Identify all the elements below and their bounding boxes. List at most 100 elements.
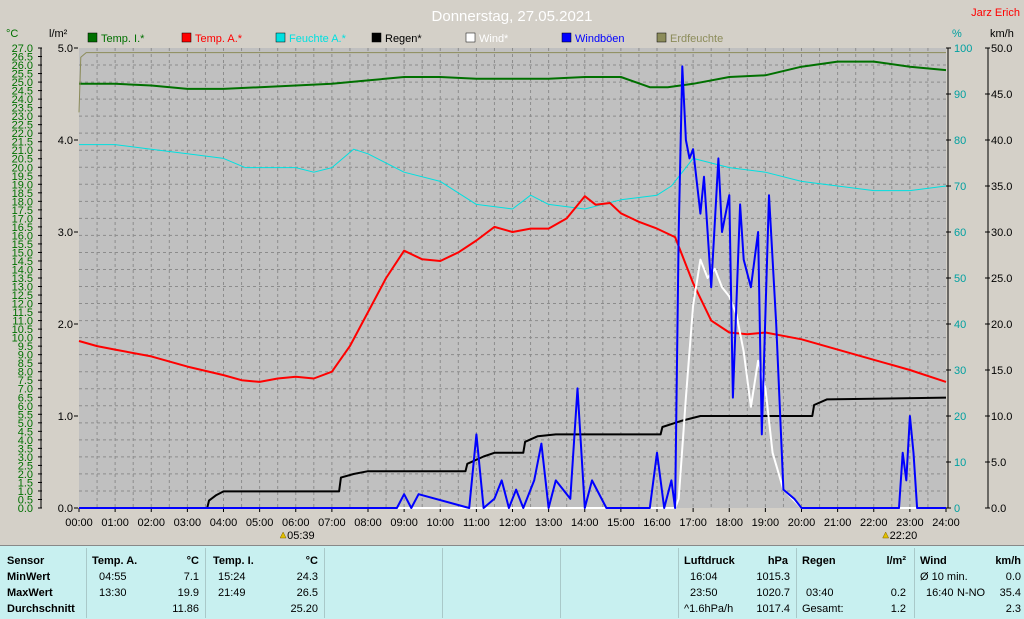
legend-label: Feuchte A.* [289, 33, 347, 45]
x-tick-label: 16:00 [643, 517, 671, 529]
sun-marker-label: 05:39 [287, 530, 315, 542]
wind-avg-label: Ø 10 min. [920, 571, 968, 583]
luftdruck-max-value: 1020.7 [756, 587, 790, 599]
luftdruck-column: Luftdruck hPa 16:04 23:50 ^1.6hPa/h 1015… [679, 548, 797, 618]
x-tick-label: 11:00 [463, 517, 490, 529]
x-tick-label: 06:00 [282, 517, 310, 529]
temp-a-column: Temp. A. °C 04:55 13:30 7.1 19.9 11.86 [87, 548, 206, 618]
rain-unit-label: l/m² [49, 28, 68, 40]
wind-header: Wind [920, 555, 947, 567]
wind-avg-value: 2.3 [1005, 603, 1021, 615]
chart-canvas: 0.00.51.01.52.02.53.03.54.04.55.05.56.06… [6, 7, 1020, 542]
wind-tick-label: 35.0 [991, 181, 1012, 193]
x-tick-label: 01:00 [101, 517, 129, 529]
sun-marker-label: 22:20 [890, 530, 918, 542]
temp-a-min-time: 04:55 [99, 571, 127, 583]
x-tick-label: 20:00 [788, 517, 816, 529]
x-tick-label: 17:00 [679, 517, 707, 529]
legend-swatch [87, 32, 98, 43]
temp-i-max-value: 26.5 [296, 587, 318, 599]
temp-a-max-value: 19.9 [177, 587, 199, 599]
legend-swatch [275, 32, 286, 43]
wind-tick-label: 25.0 [991, 273, 1012, 285]
humidity-tick-label: 80 [954, 135, 966, 147]
x-tick-label: 09:00 [390, 517, 418, 529]
humidity-tick-label: 50 [954, 273, 966, 285]
legend-label: Temp. I.* [101, 33, 145, 45]
wind-tick-label: 0.0 [991, 503, 1006, 515]
regen-unit: l/m² [886, 555, 906, 567]
luftdruck-trend: ^1.6hPa/h [684, 603, 734, 615]
regen-total-label: Gesamt: [802, 603, 844, 615]
regen-column: Regen l/m² 03:40 Gesamt: 0.2 1.2 [797, 548, 915, 618]
temp-i-min-value: 24.3 [296, 571, 318, 583]
legend-swatch [656, 32, 667, 43]
rain-tick-label: 4.0 [58, 135, 73, 147]
legend-swatch [561, 32, 572, 43]
x-tick-label: 00:00 [65, 517, 93, 529]
wind-unit-label: km/h [990, 28, 1014, 40]
empty-column-1 [325, 548, 443, 618]
wind-max-value: 35.4 [999, 587, 1021, 599]
temp-a-avg-value: 11.86 [172, 603, 199, 615]
chart-author: Jarz Erich [971, 7, 1020, 19]
wind-tick-label: 50.0 [991, 43, 1012, 55]
humidity-unit-label: % [952, 28, 962, 40]
temp-a-max-time: 13:30 [99, 587, 127, 599]
x-tick-label: 22:00 [860, 517, 888, 529]
temp-i-max-time: 21:49 [218, 587, 246, 599]
humidity-tick-label: 0 [954, 503, 960, 515]
luftdruck-min-value: 1015.3 [756, 571, 790, 583]
wind-tick-label: 30.0 [991, 227, 1012, 239]
luftdruck-unit: hPa [767, 555, 788, 567]
x-tick-label: 15:00 [607, 517, 635, 529]
wind-max-direction: N-NO [957, 587, 986, 599]
humidity-tick-label: 60 [954, 227, 966, 239]
temp-a-unit: °C [186, 555, 199, 567]
chart-title: Donnerstag, 27.05.2021 [432, 8, 593, 25]
rain-tick-label: 0.0 [58, 503, 73, 515]
wind-max-time: 16:40 [926, 587, 954, 599]
legend-label: Temp. A.* [195, 33, 243, 45]
luftdruck-avg-value: 1017.4 [756, 603, 790, 615]
luftdruck-min-time: 16:04 [690, 571, 718, 583]
wind-unit: km/h [995, 555, 1021, 567]
wind-tick-label: 20.0 [991, 319, 1012, 331]
x-tick-label: 12:00 [499, 517, 527, 529]
temp-a-min-value: 7.1 [183, 571, 199, 583]
regen-header: Regen [802, 555, 836, 567]
temp-i-unit: °C [305, 555, 318, 567]
temp-a-header: Temp. A. [92, 555, 138, 567]
temp-unit-label: °C [6, 28, 18, 40]
temp-i-column: Temp. I. °C 15:24 21:49 24.3 26.5 25.20 [206, 548, 325, 618]
rain-tick-label: 1.0 [58, 411, 73, 423]
legend-swatch [465, 32, 476, 43]
x-tick-label: 23:00 [896, 517, 924, 529]
stats-table: Sensor MinWert MaxWert Durchschnitt Temp… [0, 545, 1024, 619]
humidity-tick-label: 10 [954, 457, 966, 469]
row-min-label: MinWert [7, 571, 51, 583]
x-tick-label: 04:00 [210, 517, 238, 529]
legend-label: Erdfeuchte [670, 33, 723, 45]
legend-swatch [371, 32, 382, 43]
row-avg-label: Durchschnitt [7, 603, 75, 615]
luftdruck-header: Luftdruck [684, 555, 735, 567]
wind-tick-label: 45.0 [991, 89, 1012, 101]
x-tick-label: 24:00 [932, 517, 960, 529]
sun-marker-icon [882, 531, 890, 539]
wind-tick-label: 10.0 [991, 411, 1012, 423]
wind-column: Wind km/h Ø 10 min. 16:40 N-NO 0.0 35.4 … [915, 548, 1024, 618]
sensor-header: Sensor [7, 555, 45, 567]
rain-tick-label: 5.0 [58, 43, 73, 55]
humidity-tick-label: 90 [954, 89, 966, 101]
legend-label: Wind* [479, 33, 509, 45]
x-tick-label: 03:00 [174, 517, 202, 529]
x-tick-label: 10:00 [426, 517, 454, 529]
x-tick-label: 08:00 [354, 517, 382, 529]
regen-max-time: 03:40 [806, 587, 834, 599]
x-tick-label: 19:00 [752, 517, 780, 529]
legend-label: Windböen [575, 33, 625, 45]
humidity-tick-label: 30 [954, 365, 966, 377]
x-tick-label: 05:00 [246, 517, 274, 529]
legend-label: Regen* [385, 33, 422, 45]
